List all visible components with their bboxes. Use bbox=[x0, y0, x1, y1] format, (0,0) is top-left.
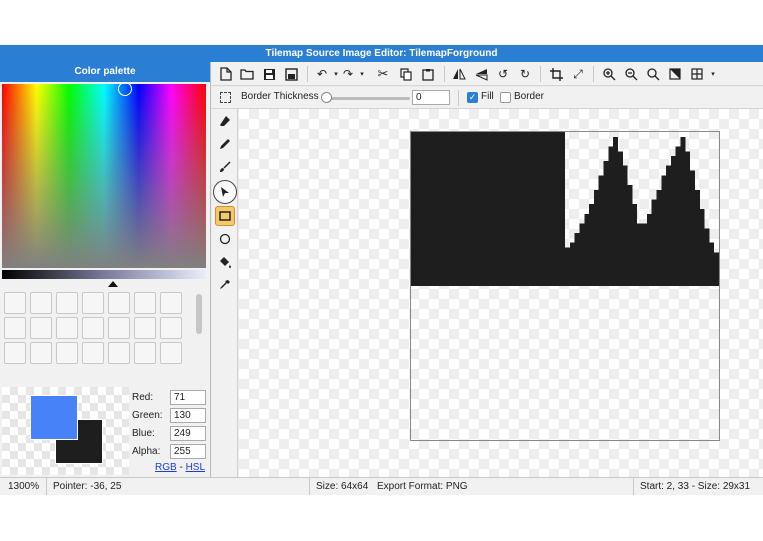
green-label: Green: bbox=[132, 410, 163, 421]
redo-dropdown-icon[interactable]: ▾ bbox=[354, 66, 370, 82]
alpha-label: Alpha: bbox=[132, 446, 161, 457]
palette-swatch[interactable] bbox=[30, 292, 52, 314]
paste-icon[interactable] bbox=[420, 66, 436, 82]
tile-image bbox=[411, 132, 719, 286]
palette-swatch[interactable] bbox=[4, 317, 26, 339]
palette-swatch[interactable] bbox=[134, 317, 156, 339]
fill-bucket-icon[interactable] bbox=[216, 253, 234, 271]
rotate-right-icon[interactable]: ↻ bbox=[517, 66, 533, 82]
color-spectrum[interactable] bbox=[2, 84, 206, 268]
blue-input[interactable]: 249 bbox=[170, 426, 206, 441]
rgb-link[interactable]: RGB bbox=[155, 462, 177, 473]
rectangle-tool-icon[interactable] bbox=[215, 206, 235, 226]
fill-label: Fill bbox=[481, 91, 494, 102]
color-palette-panel: Color palette Red: 71 Green: 130 Blue: 2… bbox=[0, 62, 211, 477]
editor-window: Tilemap Source Image Editor: TilemapForg… bbox=[0, 45, 763, 495]
pointer-position: Pointer: -36, 25 bbox=[47, 478, 310, 495]
palette-swatch[interactable] bbox=[134, 292, 156, 314]
toolbar-separator bbox=[444, 66, 445, 82]
select-icon[interactable] bbox=[213, 180, 237, 204]
palette-swatch[interactable] bbox=[160, 292, 182, 314]
palette-swatch[interactable] bbox=[56, 317, 78, 339]
palette-swatch[interactable] bbox=[30, 342, 52, 364]
flip-horizontal-icon[interactable] bbox=[451, 66, 467, 82]
palette-swatch[interactable] bbox=[82, 342, 104, 364]
primary-color-swatch[interactable] bbox=[30, 395, 78, 440]
border-thickness-label: Border Thickness bbox=[241, 91, 319, 102]
fill-checkbox[interactable]: ✓ bbox=[467, 92, 478, 103]
spectrum-cursor[interactable] bbox=[118, 82, 132, 96]
image-canvas[interactable] bbox=[410, 131, 720, 441]
palette-swatch[interactable] bbox=[108, 342, 130, 364]
canvas-area[interactable] bbox=[239, 109, 763, 477]
color-mode-links: RGB - HSL bbox=[155, 462, 205, 473]
palette-swatch[interactable] bbox=[82, 292, 104, 314]
palette-swatch[interactable] bbox=[160, 342, 182, 364]
options-separator bbox=[458, 90, 459, 106]
border-thickness-slider[interactable] bbox=[324, 97, 410, 100]
copy-icon[interactable] bbox=[398, 66, 414, 82]
palette-swatch[interactable] bbox=[56, 292, 78, 314]
mode-separator: - bbox=[179, 462, 183, 473]
palette-swatch[interactable] bbox=[134, 342, 156, 364]
new-file-icon[interactable] bbox=[218, 66, 234, 82]
toolbar-separator bbox=[593, 66, 594, 82]
toolbar-separator bbox=[540, 66, 541, 82]
selection-icon bbox=[220, 92, 231, 103]
border-thickness-input[interactable]: 0 bbox=[412, 90, 450, 105]
image-size: Size: 64x64 bbox=[316, 481, 369, 492]
crop-icon[interactable] bbox=[548, 66, 564, 82]
green-input[interactable]: 130 bbox=[170, 408, 206, 423]
export-format: Export Format: PNG bbox=[377, 481, 468, 492]
ellipse-tool-icon[interactable] bbox=[216, 230, 234, 248]
zoom-level: 1300% bbox=[2, 478, 47, 495]
invert-icon[interactable] bbox=[667, 66, 683, 82]
flip-vertical-icon[interactable] bbox=[473, 66, 489, 82]
swatch-grid bbox=[4, 292, 194, 386]
main-toolbar: ↶ ▾ ↷ ▾ ✂ ↺ ↻ ⤢ ▾ bbox=[212, 62, 763, 86]
border-label: Border bbox=[514, 91, 545, 102]
status-bar: 1300% Pointer: -36, 25 Size: 64x64 Expor… bbox=[0, 477, 763, 495]
save-icon[interactable] bbox=[261, 66, 277, 82]
blue-label: Blue: bbox=[132, 428, 155, 439]
color-preview bbox=[2, 387, 129, 475]
zoom-in-icon[interactable] bbox=[601, 66, 617, 82]
save-as-icon[interactable] bbox=[283, 66, 299, 82]
palette-swatch[interactable] bbox=[108, 317, 130, 339]
palette-swatch[interactable] bbox=[4, 292, 26, 314]
eraser-icon[interactable] bbox=[216, 112, 234, 130]
palette-swatch[interactable] bbox=[82, 317, 104, 339]
eyedropper-icon[interactable] bbox=[216, 276, 234, 294]
palette-header: Color palette bbox=[0, 62, 210, 82]
brightness-marker[interactable] bbox=[108, 281, 118, 287]
cut-icon[interactable]: ✂ bbox=[375, 66, 391, 82]
palette-swatch[interactable] bbox=[108, 292, 130, 314]
red-label: Red: bbox=[132, 392, 154, 403]
window-title: Tilemap Source Image Editor: TilemapForg… bbox=[0, 45, 763, 62]
zoom-out-icon[interactable] bbox=[623, 66, 639, 82]
rotate-left-icon[interactable]: ↺ bbox=[495, 66, 511, 82]
palette-swatch[interactable] bbox=[30, 317, 52, 339]
border-thickness-handle[interactable] bbox=[321, 92, 332, 103]
open-folder-icon[interactable] bbox=[239, 66, 255, 82]
swatch-scrollbar[interactable] bbox=[196, 294, 202, 334]
brush-icon[interactable] bbox=[216, 158, 234, 176]
red-input[interactable]: 71 bbox=[170, 390, 206, 405]
grid-icon[interactable] bbox=[689, 66, 705, 82]
resize-icon[interactable]: ⤢ bbox=[570, 66, 586, 82]
pencil-icon[interactable] bbox=[216, 135, 234, 153]
palette-swatch[interactable] bbox=[160, 317, 182, 339]
drawing-tools bbox=[212, 109, 238, 477]
zoom-fit-icon[interactable] bbox=[645, 66, 661, 82]
brightness-slider[interactable] bbox=[2, 270, 206, 279]
tool-options-bar: Border Thickness 0 ✓ Fill Border bbox=[212, 87, 763, 109]
palette-swatch[interactable] bbox=[56, 342, 78, 364]
selection-info: Start: 2, 33 - Size: 29x31 bbox=[633, 478, 756, 495]
palette-swatch[interactable] bbox=[4, 342, 26, 364]
toolbar-separator bbox=[307, 66, 308, 82]
hsl-link[interactable]: HSL bbox=[186, 462, 205, 473]
border-checkbox[interactable] bbox=[500, 92, 511, 103]
grid-dropdown-icon[interactable]: ▾ bbox=[705, 66, 721, 82]
alpha-input[interactable]: 255 bbox=[170, 444, 206, 459]
